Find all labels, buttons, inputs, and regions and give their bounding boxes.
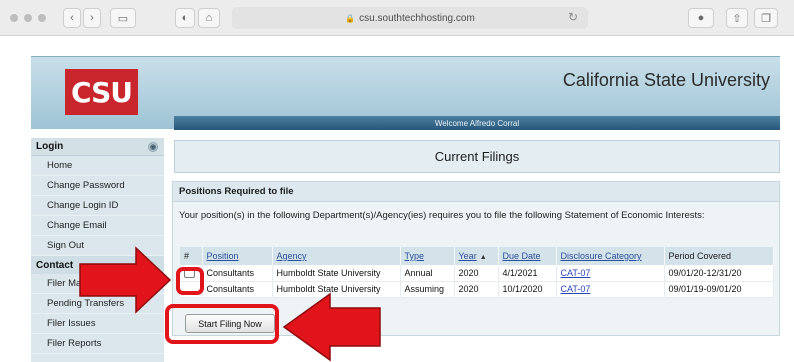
- privacy-button[interactable]: ◐: [175, 8, 195, 28]
- chevron-right-icon: ›: [90, 12, 94, 24]
- column-header-agency[interactable]: Agency: [272, 247, 401, 265]
- column-label: #: [184, 251, 190, 261]
- button-highlight: [165, 304, 279, 344]
- sidebar-item-pending-transfers[interactable]: Pending Transfers: [31, 294, 164, 314]
- sidebar-icon: ▭: [117, 12, 129, 25]
- panel-description: Your position(s) in the following Depart…: [179, 210, 705, 221]
- column-label: Period Covered: [668, 251, 732, 261]
- tabs-button[interactable]: ❐: [754, 8, 778, 28]
- sidebar-item-home[interactable]: Home: [31, 156, 164, 176]
- browser-toolbar: ‹ › ▭ ◐ ⌂ 🔒 csu.southtechhosting.com ↻ ●…: [0, 0, 794, 36]
- page: ‹ › ▭ ◐ ⌂ 🔒 csu.southtechhosting.com ↻ ●…: [0, 0, 794, 362]
- category-cell: CAT-07: [556, 265, 665, 282]
- welcome-bar: Welcome Alfredo Corral: [174, 116, 780, 130]
- address-bar[interactable]: 🔒 csu.southtechhosting.com ↻: [232, 7, 588, 29]
- forward-button[interactable]: ›: [83, 8, 101, 28]
- sidebar-item-change-password[interactable]: Change Password: [31, 176, 164, 196]
- agency-cell: Humboldt State University: [272, 281, 401, 298]
- lock-icon: 🔒: [345, 13, 356, 23]
- position-cell: Consultants: [202, 281, 273, 298]
- shield-icon: ◐: [181, 12, 189, 24]
- table-row: Consultants Humboldt State University An…: [180, 265, 774, 282]
- download-icon: ●: [697, 12, 705, 24]
- column-header-period-covered: Period Covered: [664, 247, 774, 265]
- checkbox-highlight: [176, 267, 204, 295]
- minimize-window-icon[interactable]: [24, 14, 32, 22]
- column-label[interactable]: Type: [405, 251, 425, 261]
- column-header-disclosure-category[interactable]: Disclosure Category: [556, 247, 665, 265]
- downloads-button[interactable]: ●: [688, 8, 714, 28]
- sidebar-item-filer-reports[interactable]: Filer Reports: [31, 334, 164, 354]
- back-button[interactable]: ‹: [63, 8, 81, 28]
- sort-ascending-icon: ▲: [479, 254, 487, 261]
- tabs-icon: ❐: [761, 12, 771, 25]
- close-window-icon[interactable]: [10, 14, 18, 22]
- sidebar-item-filer-management[interactable]: Filer Management: [31, 274, 164, 294]
- filings-table: # Position Agency Type Year ▲ Due Date Di…: [180, 247, 774, 298]
- url-text: csu.southtechhosting.com: [359, 12, 475, 24]
- year-cell: 2020: [454, 265, 499, 282]
- panel-title: Positions Required to file: [173, 182, 779, 202]
- home-button[interactable]: ⌂: [198, 8, 220, 28]
- collapse-icon[interactable]: ◉: [148, 142, 158, 152]
- sidebar-login-title: Login ◉: [31, 138, 164, 156]
- agency-cell: Humboldt State University: [272, 265, 401, 282]
- column-header-year[interactable]: Year ▲: [454, 247, 499, 265]
- zoom-window-icon[interactable]: [38, 14, 46, 22]
- sidebar-item-filer-issues[interactable]: Filer Issues: [31, 314, 164, 334]
- sidebar-item-change-email[interactable]: Change Email: [31, 216, 164, 236]
- sidebar-contact-title: Contact: [31, 256, 164, 274]
- share-icon: ⇧: [732, 12, 742, 25]
- chevron-left-icon: ‹: [70, 12, 74, 24]
- column-label[interactable]: Disclosure Category: [561, 251, 642, 261]
- column-label[interactable]: Year: [459, 251, 477, 261]
- share-button[interactable]: ⇧: [726, 8, 748, 28]
- column-label[interactable]: Due Date: [503, 251, 541, 261]
- reload-icon[interactable]: ↻: [568, 10, 578, 24]
- university-name: California State University: [562, 70, 770, 90]
- column-header-due-date[interactable]: Due Date: [498, 247, 557, 265]
- category-link[interactable]: CAT-07: [561, 268, 591, 278]
- due-date-cell: 4/1/2021: [498, 265, 557, 282]
- type-cell: Assuming: [400, 281, 455, 298]
- position-cell: Consultants: [202, 265, 273, 282]
- year-cell: 2020: [454, 281, 499, 298]
- sidebar-toggle-button[interactable]: ▭: [110, 8, 136, 28]
- column-label[interactable]: Agency: [277, 251, 307, 261]
- table-row: Consultants Humboldt State University As…: [180, 281, 774, 298]
- period-cell: 09/01/19-09/01/20: [664, 281, 774, 298]
- type-cell: Annual: [400, 265, 455, 282]
- due-date-cell: 10/1/2020: [498, 281, 557, 298]
- sidebar: Login ◉ Home Change Password Change Logi…: [31, 138, 164, 362]
- category-link[interactable]: CAT-07: [561, 284, 591, 294]
- sidebar-login-label: Login: [36, 141, 64, 152]
- column-label[interactable]: Position: [207, 251, 239, 261]
- sidebar-item-sign-out[interactable]: Sign Out: [31, 236, 164, 256]
- column-header-number: #: [180, 247, 203, 265]
- home-icon: ⌂: [205, 12, 213, 24]
- table-header-row: # Position Agency Type Year ▲ Due Date Di…: [180, 247, 774, 265]
- category-cell: CAT-07: [556, 281, 665, 298]
- column-header-type[interactable]: Type: [400, 247, 455, 265]
- column-header-position[interactable]: Position: [202, 247, 273, 265]
- period-cell: 09/01/20-12/31/20: [664, 265, 774, 282]
- csu-logo: CSU: [65, 69, 138, 115]
- page-title: Current Filings: [174, 140, 780, 173]
- sidebar-item-change-login-id[interactable]: Change Login ID: [31, 196, 164, 216]
